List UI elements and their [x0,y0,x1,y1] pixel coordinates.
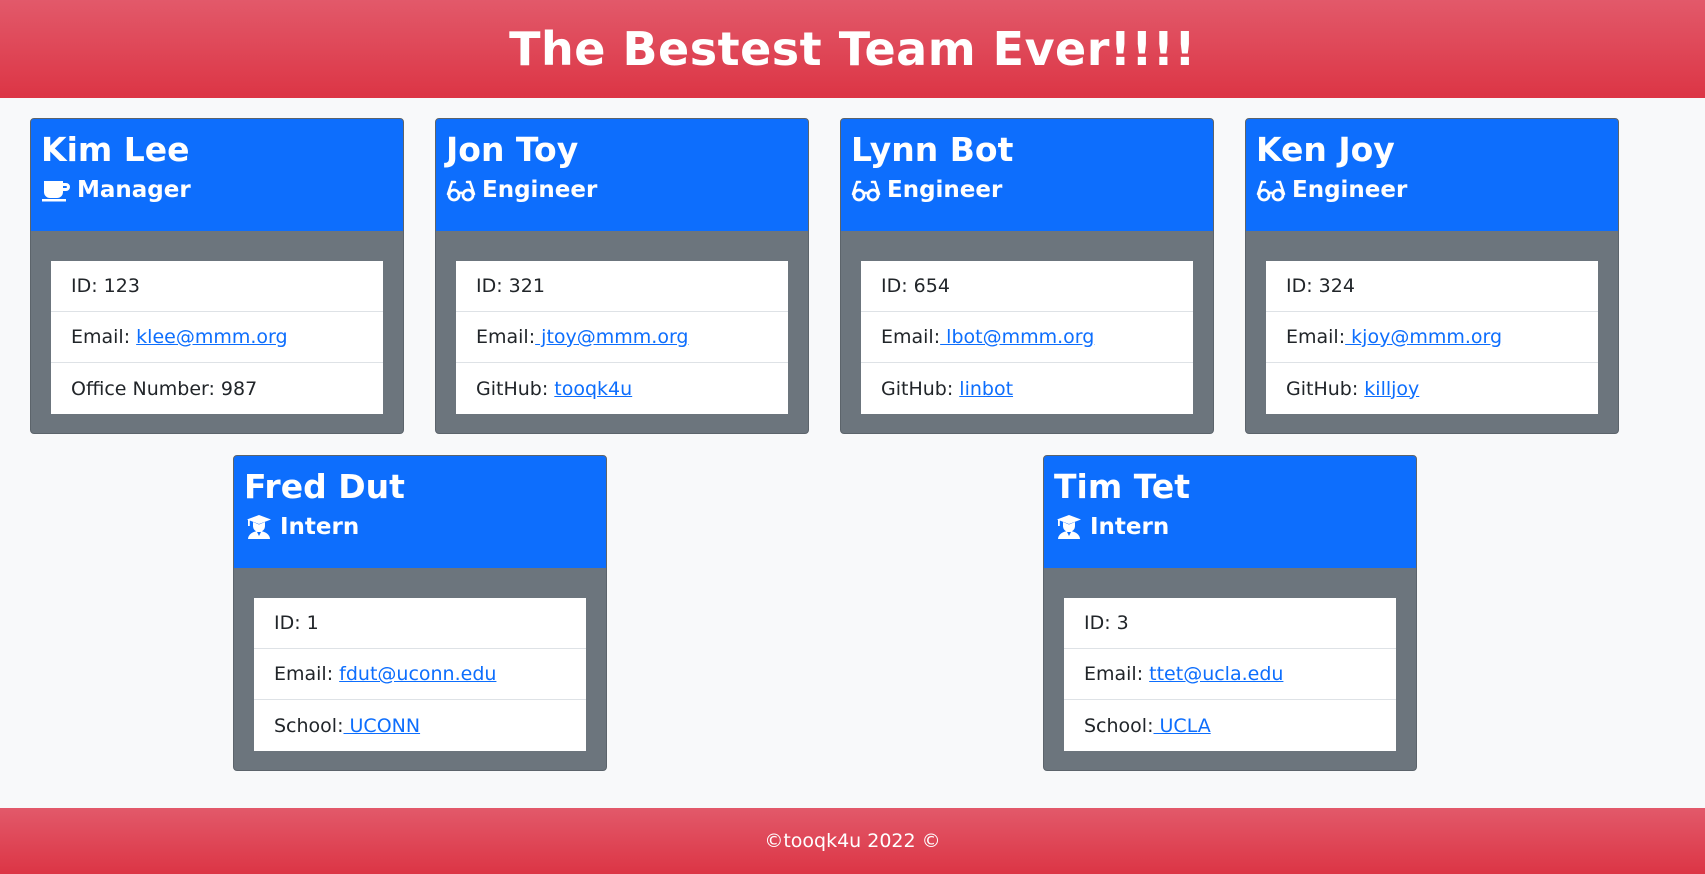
role-label: Intern [1090,514,1170,540]
employee-details: ID: 654 Email: lbot@mmm.org GitHub: linb… [861,261,1193,414]
employee-details: ID: 321 Email: jtoy@mmm.org GitHub: tooq… [456,261,788,414]
employee-role: Engineer [1256,175,1608,205]
card-header: Kim Lee Manager [31,119,403,231]
employee-name: Lynn Bot [851,130,1014,169]
role-label: Engineer [482,177,598,203]
employee-email-row: Email: fdut@uconn.edu [254,649,586,700]
graduate-icon [244,514,274,540]
employee-role: Engineer [851,175,1203,205]
page-footer: ©tooqk4u 2022 © [0,808,1705,874]
office-number: Office Number: 987 [71,377,258,400]
role-label: Manager [77,177,191,203]
employee-card-tim-tet: Tim Tet Intern ID: 3 Email: ttet@ucla.ed… [1043,455,1417,771]
email-link[interactable]: klee@mmm.org [136,326,287,348]
employee-id: ID: 321 [456,261,788,312]
github-row: GitHub: killjoy [1286,377,1420,400]
glasses-icon [446,177,476,203]
employee-email-row: Email: klee@mmm.org [51,312,383,363]
employee-card-lynn-bot: Lynn Bot Engineer ID: 654 Email: lbot@mm… [840,118,1214,434]
employee-card-kim-lee: Kim Lee Manager ID: 123 Email: klee@mmm.… [30,118,404,434]
employee-name: Ken Joy [1256,130,1395,169]
employee-id: ID: 3 [1064,598,1396,649]
employee-details: ID: 1 Email: fdut@uconn.edu School: UCON… [254,598,586,751]
employee-email-row: Email: ttet@ucla.edu [1064,649,1396,700]
employee-name: Kim Lee [41,130,190,169]
role-label: Engineer [887,177,1003,203]
github-link[interactable]: killjoy [1364,378,1419,400]
email-link[interactable]: fdut@uconn.edu [339,663,496,685]
school-row: School: UCLA [1084,714,1211,737]
github-link[interactable]: tooqk4u [554,378,632,400]
employee-name: Jon Toy [446,130,579,169]
glasses-icon [1256,177,1286,203]
email-link[interactable]: lbot@mmm.org [940,326,1094,348]
employee-id: ID: 324 [1266,261,1598,312]
footer-text: ©tooqk4u 2022 © [764,830,941,852]
employee-id: ID: 654 [861,261,1193,312]
card-header: Fred Dut Intern [234,456,606,568]
employee-details: ID: 324 Email: kjoy@mmm.org GitHub: kill… [1266,261,1598,414]
coffee-icon [41,177,71,203]
employee-role: Engineer [446,175,798,205]
school-link[interactable]: UCONN [343,715,421,737]
employee-card-ken-joy: Ken Joy Engineer ID: 324 Email: kjoy@mmm… [1245,118,1619,434]
role-label: Engineer [1292,177,1408,203]
graduate-icon [1054,514,1084,540]
card-header: Ken Joy Engineer [1246,119,1618,231]
employee-details: ID: 3 Email: ttet@ucla.edu School: UCLA [1064,598,1396,751]
role-label: Intern [280,514,360,540]
email-link[interactable]: kjoy@mmm.org [1345,326,1502,348]
employee-name: Fred Dut [244,467,405,506]
employee-id: ID: 1 [254,598,586,649]
employee-card-jon-toy: Jon Toy Engineer ID: 321 Email: jtoy@mmm… [435,118,809,434]
page-title: The Bestest Team Ever!!!! [509,22,1196,76]
page-header: The Bestest Team Ever!!!! [0,0,1705,98]
github-row: GitHub: linbot [881,377,1014,400]
employee-role: Manager [41,175,393,205]
github-row: GitHub: tooqk4u [476,377,633,400]
glasses-icon [851,177,881,203]
employee-email-row: Email: kjoy@mmm.org [1266,312,1598,363]
github-link[interactable]: linbot [959,378,1013,400]
employee-role: Intern [244,512,596,542]
employee-email-row: Email: lbot@mmm.org [861,312,1193,363]
school-row: School: UCONN [274,714,421,737]
card-header: Tim Tet Intern [1044,456,1416,568]
employee-card-fred-dut: Fred Dut Intern ID: 1 Email: fdut@uconn.… [233,455,607,771]
card-header: Jon Toy Engineer [436,119,808,231]
email-link[interactable]: jtoy@mmm.org [535,326,688,348]
employee-email-row: Email: jtoy@mmm.org [456,312,788,363]
card-header: Lynn Bot Engineer [841,119,1213,231]
employee-role: Intern [1054,512,1406,542]
employee-details: ID: 123 Email: klee@mmm.org Office Numbe… [51,261,383,414]
employee-name: Tim Tet [1054,467,1190,506]
school-link[interactable]: UCLA [1153,715,1211,737]
employee-id: ID: 123 [51,261,383,312]
email-link[interactable]: ttet@ucla.edu [1149,663,1283,685]
